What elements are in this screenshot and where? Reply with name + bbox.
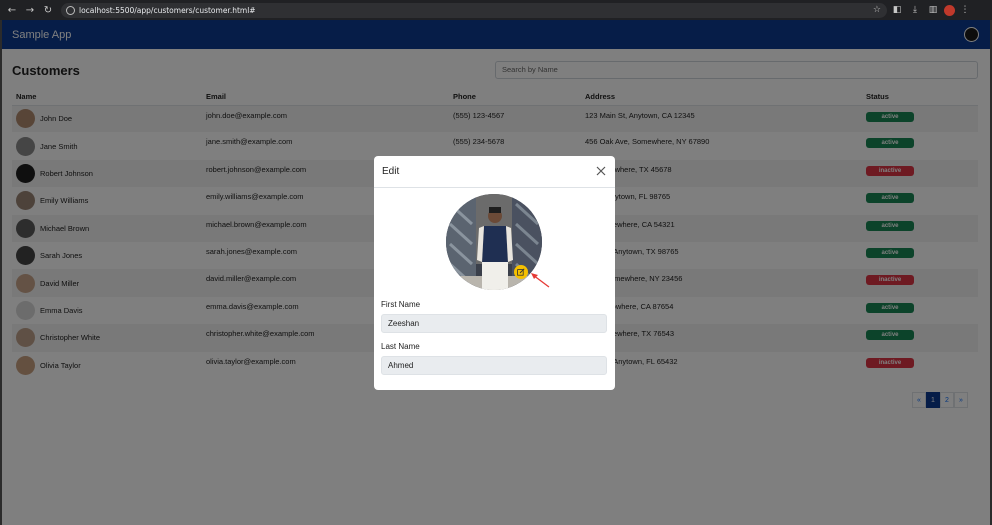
browser-menu-icon[interactable]: ⋮ xyxy=(957,2,973,18)
url-text[interactable]: localhost:5500/app/customers/customer.ht… xyxy=(79,6,873,15)
page-viewport: Sample App Customers Search by Name Name… xyxy=(2,20,990,525)
profile-photo xyxy=(446,194,542,290)
first-name-field[interactable]: Zeeshan xyxy=(381,314,607,333)
sidebar-icon[interactable]: ▥ xyxy=(925,2,941,18)
back-arrow-icon[interactable]: ← xyxy=(3,1,21,19)
forward-arrow-icon[interactable]: → xyxy=(21,1,39,19)
edit-modal: Edit First Name Zeeshan Last Name Ahmed xyxy=(374,156,615,390)
download-icon[interactable]: ⤓ xyxy=(907,2,923,18)
bookmark-star-icon[interactable]: ☆ xyxy=(873,5,881,15)
site-info-icon[interactable] xyxy=(66,5,75,15)
last-name-field[interactable]: Ahmed xyxy=(381,356,607,375)
edit-icon xyxy=(517,268,525,276)
profile-photo-container xyxy=(446,194,542,290)
extensions-icon[interactable]: ◧ xyxy=(889,2,905,18)
address-bar[interactable]: localhost:5500/app/customers/customer.ht… xyxy=(61,2,887,18)
last-name-label: Last Name xyxy=(381,342,420,351)
edit-photo-button[interactable] xyxy=(514,265,528,279)
reload-icon[interactable]: ↻ xyxy=(39,1,57,19)
browser-toolbar: ← → ↻ localhost:5500/app/customers/custo… xyxy=(0,0,992,20)
close-icon[interactable] xyxy=(594,164,608,178)
first-name-label: First Name xyxy=(381,300,421,309)
modal-title: Edit xyxy=(382,166,400,177)
annotation-arrow-icon xyxy=(531,273,550,288)
profile-avatar[interactable] xyxy=(944,4,955,16)
modal-header: Edit xyxy=(374,156,615,188)
